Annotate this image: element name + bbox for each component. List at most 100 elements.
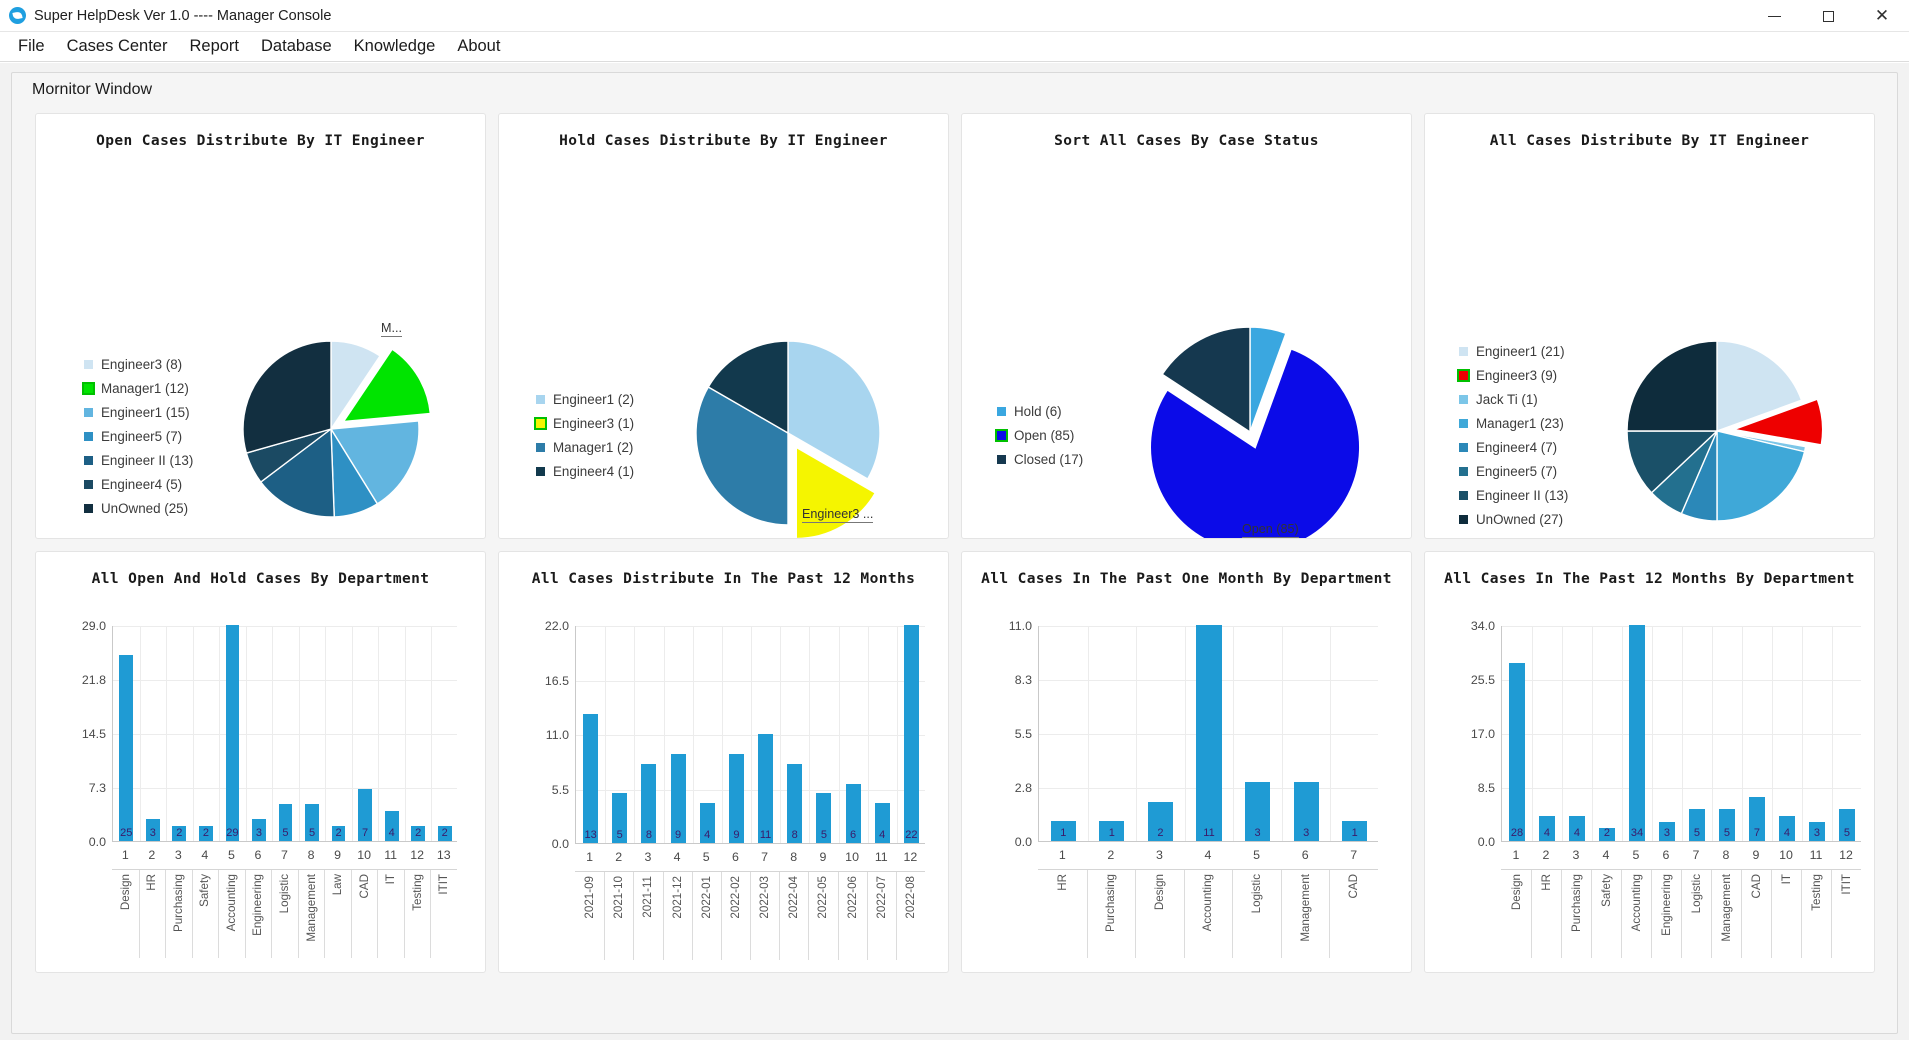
bar[interactable]: 8	[641, 763, 657, 843]
bar[interactable]: 5	[1689, 809, 1705, 841]
close-button[interactable]: ✕	[1855, 0, 1909, 32]
x-axis-index: 13	[436, 848, 451, 862]
legend-item[interactable]: Engineer1 (21)	[1459, 339, 1568, 363]
pie-chart-svg	[1149, 326, 1362, 538]
legend-item[interactable]: Engineer3 (8)	[84, 352, 193, 376]
bar[interactable]: 6	[845, 783, 861, 843]
bar[interactable]: 9	[728, 753, 744, 843]
bar[interactable]: 29	[225, 625, 240, 841]
menu-item-file[interactable]: File	[7, 35, 56, 58]
chart-title: All Cases Distribute In The Past 12 Mont…	[531, 571, 916, 587]
legend-item[interactable]: UnOwned (27)	[1459, 507, 1568, 531]
legend-item[interactable]: Engineer3 (1)	[534, 411, 634, 435]
legend-label: Engineer1 (2)	[553, 391, 635, 407]
bar[interactable]: 7	[1749, 796, 1765, 841]
bar-value-label: 2	[1603, 827, 1611, 839]
category-separator	[191, 870, 193, 958]
category-separator	[1329, 870, 1331, 958]
bar[interactable]: 3	[252, 818, 266, 841]
bar[interactable]: 5	[1839, 809, 1855, 841]
legend-item[interactable]: Engineer II (13)	[1459, 483, 1568, 507]
bar[interactable]: 25	[119, 654, 134, 841]
bar[interactable]: 34	[1629, 625, 1645, 841]
bar[interactable]: 22	[903, 625, 919, 843]
x-axis-index: 1	[121, 848, 129, 862]
bar[interactable]: 3	[145, 818, 160, 841]
bar[interactable]: 1	[1099, 821, 1125, 841]
bar[interactable]: 4	[874, 803, 890, 843]
bar[interactable]: 5	[305, 803, 319, 841]
bar[interactable]: 1	[1342, 821, 1368, 841]
plot-area: 0.0 7.3 14.5 21.8 29.0 25 3 2 2 29 3 5 5 2 7 4 2 2	[82, 619, 457, 849]
legend-item[interactable]: Manager1 (2)	[536, 435, 634, 459]
legend-item[interactable]: Jack Ti (1)	[1459, 387, 1568, 411]
bar[interactable]: 2	[331, 826, 346, 841]
bar[interactable]: 9	[670, 753, 686, 843]
menu-item-cases-center[interactable]: Cases Center	[56, 35, 179, 58]
legend-item[interactable]: Engineer1 (15)	[84, 400, 193, 424]
title-bar: Super HelpDesk Ver 1.0 ---- Manager Cons…	[0, 0, 1909, 32]
bar[interactable]: 5	[612, 793, 628, 843]
legend-item[interactable]: Engineer5 (7)	[84, 424, 193, 448]
legend-label: Engineer3 (8)	[101, 356, 183, 372]
bar[interactable]: 2	[411, 826, 426, 841]
bar[interactable]: 11	[1196, 625, 1222, 841]
bar[interactable]: 4	[699, 803, 715, 843]
bar[interactable]: 2	[172, 826, 187, 841]
bar[interactable]: 28	[1509, 663, 1525, 841]
x-axis-category-label: IT	[384, 874, 398, 885]
category-separator	[1651, 870, 1652, 958]
legend-item[interactable]: Engineer3 (9)	[1457, 363, 1568, 387]
legend-item[interactable]: Open (85)	[995, 423, 1083, 447]
menu-item-database[interactable]: Database	[250, 35, 343, 58]
bar[interactable]: 13	[583, 714, 599, 843]
bar[interactable]: 2	[198, 826, 213, 841]
x-axis-index: 3	[1155, 848, 1163, 862]
bar[interactable]: 4	[384, 811, 399, 841]
pie-slice[interactable]	[1626, 340, 1718, 432]
bar[interactable]: 3	[1809, 821, 1825, 841]
bar[interactable]: 3	[1659, 821, 1675, 841]
legend-item[interactable]: Engineer4 (7)	[1459, 435, 1568, 459]
bar[interactable]: 7	[358, 788, 372, 841]
bar[interactable]: 3	[1244, 782, 1271, 841]
bar[interactable]: 5	[1719, 809, 1735, 841]
legend-item[interactable]: Engineer4 (5)	[84, 472, 193, 496]
legend-item[interactable]: Engineer II (13)	[84, 448, 193, 472]
menu-item-report[interactable]: Report	[178, 35, 250, 58]
menu-item-knowledge[interactable]: Knowledge	[343, 35, 447, 58]
x-axis-category: IT	[377, 874, 404, 884]
bar[interactable]: 1	[1050, 821, 1076, 841]
y-axis-tick: 21.8	[81, 673, 106, 687]
bar[interactable]: 2	[1599, 828, 1615, 841]
bar[interactable]: 5	[816, 793, 832, 843]
legend-swatch-icon	[1459, 490, 1468, 500]
chart-title: All Cases Distribute By IT Engineer	[1489, 133, 1810, 149]
legend-item[interactable]: Closed (17)	[997, 447, 1083, 471]
bar[interactable]: 4	[1569, 815, 1585, 841]
x-axis-index: 2	[1542, 848, 1550, 862]
bar[interactable]: 8	[787, 763, 803, 843]
gridline-vertical	[1712, 626, 1713, 841]
legend-item[interactable]: UnOwned (25)	[84, 496, 193, 520]
bar[interactable]: 3	[1293, 782, 1319, 841]
minimize-button[interactable]	[1747, 0, 1801, 32]
bar[interactable]: 2	[1147, 801, 1174, 841]
menu-item-about[interactable]: About	[446, 35, 511, 58]
bar[interactable]: 4	[1779, 815, 1795, 841]
x-axis-category-label: 2022-06	[845, 876, 859, 919]
bar[interactable]: 4	[1539, 815, 1555, 841]
legend-swatch-icon	[1459, 418, 1468, 428]
maximize-button[interactable]	[1801, 0, 1855, 32]
legend-item[interactable]: Hold (6)	[997, 399, 1083, 423]
bar[interactable]: 2	[437, 826, 452, 841]
legend-item[interactable]: Manager1 (23)	[1459, 411, 1568, 435]
legend-item[interactable]: Engineer4 (1)	[536, 459, 634, 483]
legend-item[interactable]: Manager1 (12)	[82, 376, 193, 400]
legend-item[interactable]: Engineer1 (2)	[536, 387, 634, 411]
x-axis-index: 5	[1253, 848, 1261, 862]
bar[interactable]: 5	[278, 803, 293, 841]
legend-item[interactable]: Engineer5 (7)	[1459, 459, 1568, 483]
bar[interactable]: 11	[758, 734, 774, 843]
bar-value-label: 5	[1843, 827, 1851, 839]
